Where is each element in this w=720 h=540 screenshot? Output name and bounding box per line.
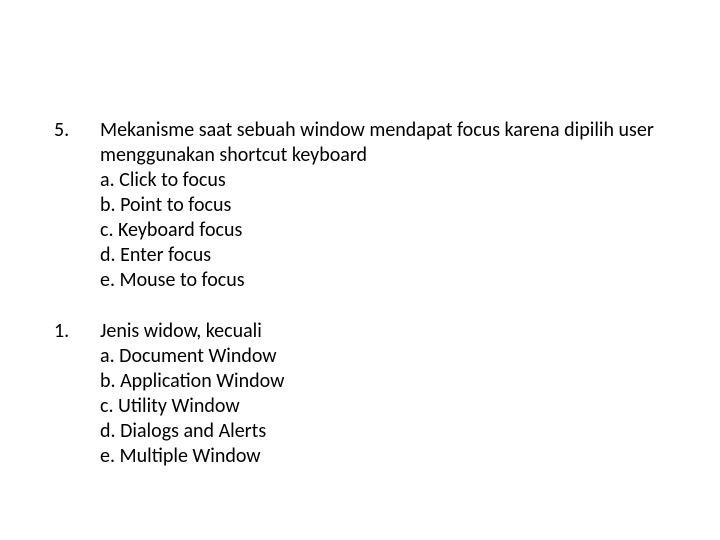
question-option: b. Point to focus xyxy=(100,193,670,218)
question-text: Jenis widow, kecuali xyxy=(100,319,670,344)
question-item: 1. Jenis widow, kecuali a. Document Wind… xyxy=(54,319,670,469)
question-option: d. Dialogs and Alerts xyxy=(100,419,670,444)
question-body: Mekanisme saat sebuah window mendapat fo… xyxy=(100,118,670,293)
question-text: Mekanisme saat sebuah window mendapat fo… xyxy=(100,118,670,168)
question-option: c. Keyboard focus xyxy=(100,218,670,243)
question-number: 5. xyxy=(54,118,100,293)
question-item: 5. Mekanisme saat sebuah window mendapat… xyxy=(54,118,670,293)
question-option: a. Click to focus xyxy=(100,168,670,193)
question-option: e. Multiple Window xyxy=(100,444,670,469)
question-option: c. Utility Window xyxy=(100,394,670,419)
question-option: e. Mouse to focus xyxy=(100,268,670,293)
question-option: a. Document Window xyxy=(100,344,670,369)
question-body: Jenis widow, kecuali a. Document Window … xyxy=(100,319,670,469)
question-option: b. Application Window xyxy=(100,369,670,394)
question-option: d. Enter focus xyxy=(100,243,670,268)
question-number: 1. xyxy=(54,319,100,469)
